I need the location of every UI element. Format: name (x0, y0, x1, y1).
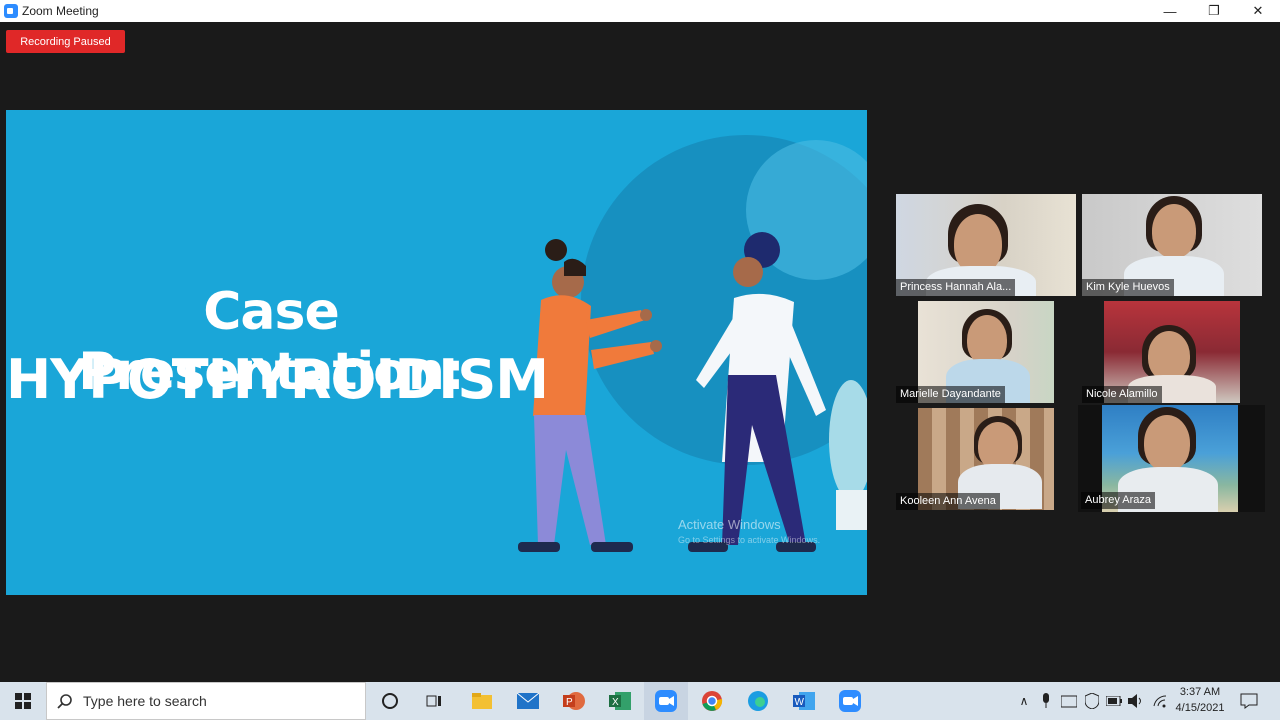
search-icon (57, 694, 72, 709)
participant-name: Aubrey Araza (1081, 492, 1156, 509)
participant-name: Princess Hannah Ala... (896, 279, 1016, 296)
window-title: Zoom Meeting (22, 4, 99, 18)
windows-logo-icon (15, 693, 31, 709)
recording-status-badge[interactable]: Recording Paused (6, 30, 125, 53)
activation-watermark-sub: Go to Settings to activate Windows. (678, 535, 821, 545)
minimize-button[interactable]: — (1148, 0, 1192, 22)
svg-text:W: W (795, 697, 805, 708)
slide-title-line2: HYPOTHYROIDISM (6, 348, 549, 411)
participant-tile[interactable]: Kim Kyle Huevos (1082, 194, 1262, 296)
participant-tile-active-speaker[interactable]: Aubrey Araza (1078, 405, 1265, 512)
svg-text:P: P (566, 697, 573, 708)
svg-text:X: X (612, 697, 619, 708)
zoom-icon[interactable] (644, 682, 688, 720)
volume-icon[interactable] (1126, 682, 1146, 720)
participant-name: Kim Kyle Huevos (1082, 279, 1174, 296)
participant-tile[interactable]: Princess Hannah Ala... (896, 194, 1076, 296)
zoom-app-icon (4, 4, 18, 18)
search-placeholder: Type here to search (83, 693, 207, 709)
edge-icon[interactable] (736, 682, 780, 720)
notifications-icon[interactable] (1238, 682, 1260, 720)
wifi-icon[interactable] (1150, 682, 1170, 720)
clock-date: 4/15/2021 (1175, 702, 1225, 714)
shared-screen: Case Presentation: HYPOTHYROIDISM Activa… (6, 110, 867, 595)
battery-icon[interactable] (1104, 682, 1124, 720)
show-hidden-icons-chevron-icon[interactable]: ∧ (1014, 682, 1034, 720)
participant-tile[interactable]: Kooleen Ann Avena (896, 408, 1076, 510)
activation-watermark: Activate Windows (678, 517, 781, 532)
participant-name: Nicole Alamillo (1082, 386, 1162, 403)
powerpoint-icon[interactable]: P (552, 682, 596, 720)
excel-icon[interactable]: X (598, 682, 642, 720)
participant-name: Marielle Dayandante (896, 386, 1005, 403)
taskbar-clock[interactable]: 3:37 AM 4/15/2021 (1170, 684, 1230, 716)
chrome-icon[interactable] (690, 682, 734, 720)
file-explorer-icon[interactable] (460, 682, 504, 720)
device-icon[interactable] (1058, 682, 1080, 720)
task-view-icon[interactable] (412, 682, 456, 720)
window-titlebar: Zoom Meeting — ❐ ✕ (0, 0, 1280, 22)
cortana-icon[interactable] (368, 682, 412, 720)
participant-tile[interactable]: Nicole Alamillo (1082, 301, 1262, 403)
restore-button[interactable]: ❐ (1192, 0, 1236, 22)
microphone-icon[interactable] (1036, 682, 1056, 720)
zoom-icon-2[interactable] (828, 682, 872, 720)
taskbar-search-box[interactable]: Type here to search (46, 682, 366, 720)
meeting-area: Recording Paused Case Presentation: HYPO… (0, 22, 1280, 682)
clock-time: 3:37 AM (1179, 686, 1221, 698)
participant-name: Kooleen Ann Avena (896, 493, 1000, 510)
participant-tile[interactable]: Marielle Dayandante (896, 301, 1076, 403)
mail-icon[interactable] (506, 682, 550, 720)
word-icon[interactable]: W (782, 682, 826, 720)
security-shield-icon[interactable] (1082, 682, 1102, 720)
close-button[interactable]: ✕ (1236, 0, 1280, 22)
windows-start-button[interactable] (0, 682, 46, 720)
